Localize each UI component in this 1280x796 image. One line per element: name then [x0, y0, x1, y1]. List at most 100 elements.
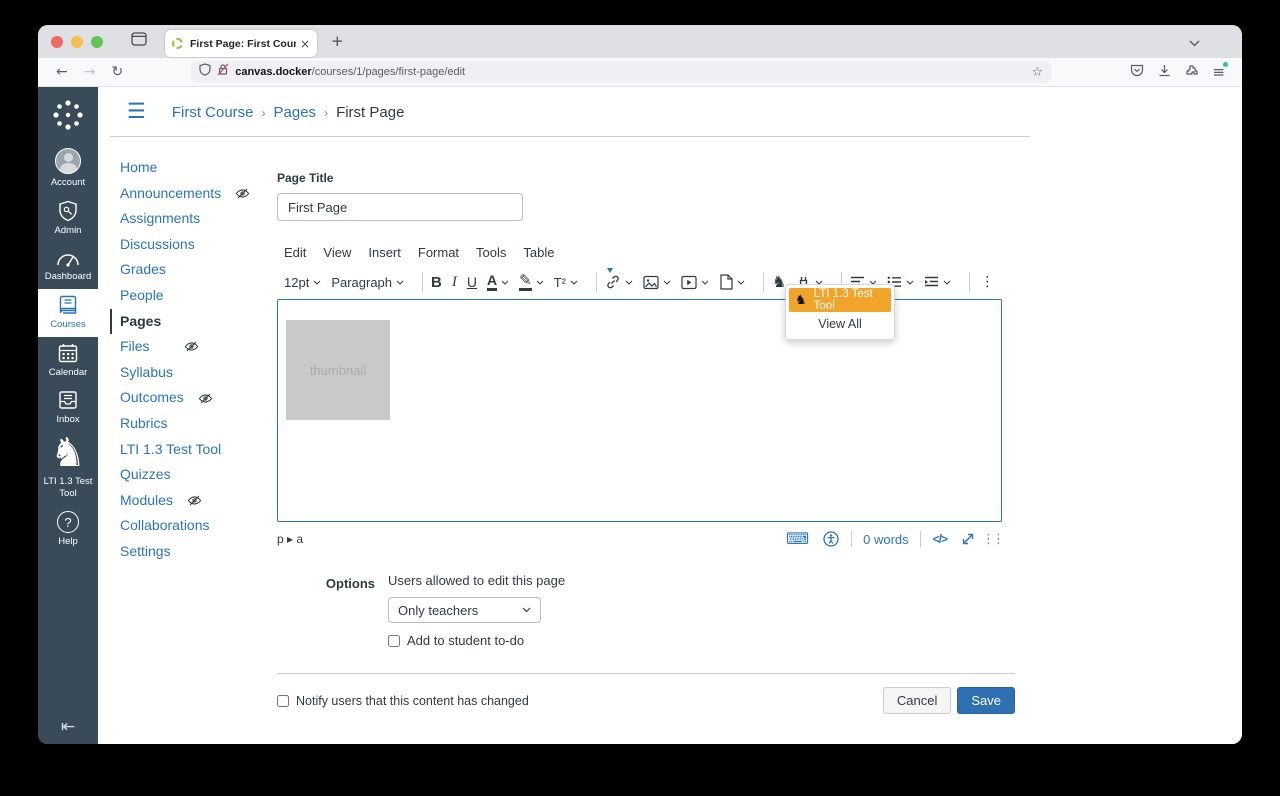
breadcrumb-course-link[interactable]: First Course: [172, 104, 254, 121]
save-button[interactable]: Save: [957, 687, 1015, 714]
collapse-global-nav-icon[interactable]: ⇤: [38, 719, 98, 736]
course-nav-discussions[interactable]: Discussions: [120, 232, 270, 258]
avatar: [55, 148, 81, 174]
canvas-logo-icon[interactable]: [51, 98, 85, 137]
course-nav-files[interactable]: Files: [120, 334, 270, 360]
todo-checkbox-row[interactable]: Add to student to-do: [388, 633, 565, 648]
thumbnail-placeholder-image[interactable]: thumbnail: [286, 320, 390, 420]
url-bar[interactable]: canvas.docker/courses/1/pages/first-page…: [191, 61, 1051, 83]
firefox-view-icon[interactable]: [131, 32, 147, 51]
global-nav-calendar[interactable]: Calendar: [38, 337, 98, 385]
underline-button[interactable]: U: [467, 274, 477, 290]
text-color-button[interactable]: A: [487, 273, 509, 291]
course-nav-outcomes[interactable]: Outcomes: [120, 385, 270, 411]
highlight-color-button[interactable]: ✎: [519, 273, 544, 292]
accessibility-checker-icon[interactable]: [823, 531, 839, 547]
close-window-button[interactable]: [51, 36, 63, 48]
menu-table[interactable]: Table: [523, 245, 554, 260]
dashboard-gauge-icon: [56, 248, 80, 268]
menu-format[interactable]: Format: [418, 245, 459, 260]
notify-checkbox[interactable]: [277, 695, 289, 707]
global-nav-courses[interactable]: Courses: [38, 289, 98, 337]
minimize-window-button[interactable]: [71, 36, 83, 48]
course-nav-settings[interactable]: Settings: [120, 539, 270, 565]
breadcrumb: First Course›Pages›First Page: [172, 104, 405, 121]
media-button[interactable]: [681, 275, 709, 290]
breadcrumb-pages-link[interactable]: Pages: [274, 104, 317, 121]
menu-insert[interactable]: Insert: [368, 245, 401, 260]
course-nav-grades[interactable]: Grades: [120, 257, 270, 283]
global-nav-lti-tool[interactable]: ♞ LTI 1.3 Test Tool: [38, 432, 98, 506]
notify-checkbox-row[interactable]: Notify users that this content has chang…: [277, 694, 529, 708]
back-button[interactable]: ←: [56, 65, 68, 79]
course-nav-rubrics[interactable]: Rubrics: [120, 411, 270, 437]
course-menu-hamburger-icon[interactable]: ☰: [127, 101, 146, 122]
fullscreen-icon[interactable]: [961, 532, 975, 546]
course-nav-syllabus[interactable]: Syllabus: [120, 360, 270, 386]
lti-dropdown-item-view-all[interactable]: View All: [789, 312, 891, 336]
global-nav-admin[interactable]: Admin: [38, 195, 98, 243]
indent-button[interactable]: [924, 276, 951, 288]
pocket-icon[interactable]: [1130, 64, 1144, 80]
page-title-input[interactable]: [277, 193, 523, 221]
link-button[interactable]: [605, 274, 633, 290]
download-icon[interactable]: [1158, 64, 1171, 80]
element-path[interactable]: p ▸ a: [277, 532, 303, 546]
list-tabs-chevron-icon[interactable]: [1189, 34, 1200, 52]
superscript-button[interactable]: T²: [554, 275, 578, 290]
course-nav-home[interactable]: Home: [120, 155, 270, 181]
lti-dropdown-item-test-tool[interactable]: ♞ LTI 1.3 Test Tool: [789, 288, 891, 312]
tab-close-icon[interactable]: ×: [300, 38, 310, 50]
resize-handle-icon[interactable]: ⋮⋮: [982, 533, 1002, 546]
app-menu-icon[interactable]: ≡: [1212, 65, 1225, 80]
new-tab-button[interactable]: +: [331, 34, 344, 49]
course-nav-quizzes[interactable]: Quizzes: [120, 462, 270, 488]
admin-shield-icon: [57, 200, 79, 222]
hidden-eye-icon: [187, 493, 202, 508]
global-nav-account[interactable]: Account: [38, 143, 98, 195]
zoom-window-button[interactable]: [91, 36, 103, 48]
forward-button[interactable]: →: [84, 65, 96, 79]
course-nav-assignments[interactable]: Assignments: [120, 206, 270, 232]
course-nav-pages[interactable]: Pages: [110, 309, 270, 335]
options-label: Options: [277, 573, 388, 648]
menu-edit[interactable]: Edit: [284, 245, 306, 260]
help-question-icon: ?: [57, 511, 79, 533]
breadcrumb-current: First Page: [336, 104, 404, 121]
extensions-puzzle-icon[interactable]: [1185, 64, 1198, 80]
course-nav-collaborations[interactable]: Collaborations: [120, 513, 270, 539]
shield-icon[interactable]: [199, 63, 211, 81]
global-nav: Account Admin Dashboard Courses Calendar…: [38, 87, 98, 744]
todo-checkbox[interactable]: [388, 635, 400, 647]
options-section: Options Users allowed to edit this page …: [277, 573, 1017, 648]
keyboard-shortcuts-icon[interactable]: ⌨: [786, 531, 809, 547]
course-nav-lti-test-tool[interactable]: LTI 1.3 Test Tool: [120, 437, 270, 463]
html-editor-icon[interactable]: </>: [933, 532, 947, 546]
cancel-button[interactable]: Cancel: [883, 687, 951, 714]
menu-tools[interactable]: Tools: [476, 245, 506, 260]
unicorn-icon: ♞: [50, 433, 86, 473]
bold-button[interactable]: B: [431, 274, 442, 291]
edit-permission-select[interactable]: Only teachers: [388, 597, 541, 623]
browser-tab[interactable]: First Page: First Course ×: [165, 30, 317, 57]
menu-view[interactable]: View: [323, 245, 351, 260]
toolbar-more-icon[interactable]: ⋮: [980, 275, 994, 289]
window-controls[interactable]: [51, 36, 103, 48]
global-nav-dashboard[interactable]: Dashboard: [38, 243, 98, 289]
global-nav-help[interactable]: ? Help: [38, 506, 98, 554]
image-button[interactable]: [643, 275, 671, 290]
course-nav-announcements[interactable]: Announcements: [120, 181, 270, 207]
course-nav-modules[interactable]: Modules: [120, 488, 270, 514]
block-format-select[interactable]: Paragraph: [331, 275, 404, 290]
bookmark-star-icon[interactable]: ☆: [1032, 66, 1044, 79]
global-nav-inbox[interactable]: Inbox: [38, 384, 98, 432]
browser-navbar: ← → ↻ canvas.docker/courses/1/pages/firs…: [38, 58, 1242, 87]
reload-button[interactable]: ↻: [111, 65, 123, 79]
url-text[interactable]: canvas.docker/courses/1/pages/first-page…: [235, 66, 1031, 78]
italic-button[interactable]: I: [452, 274, 457, 291]
insecure-lock-icon[interactable]: [217, 63, 229, 81]
course-nav-people[interactable]: People: [120, 283, 270, 309]
font-size-select[interactable]: 12pt: [284, 275, 321, 290]
word-count[interactable]: 0 words: [863, 532, 909, 547]
document-button[interactable]: [719, 274, 745, 290]
